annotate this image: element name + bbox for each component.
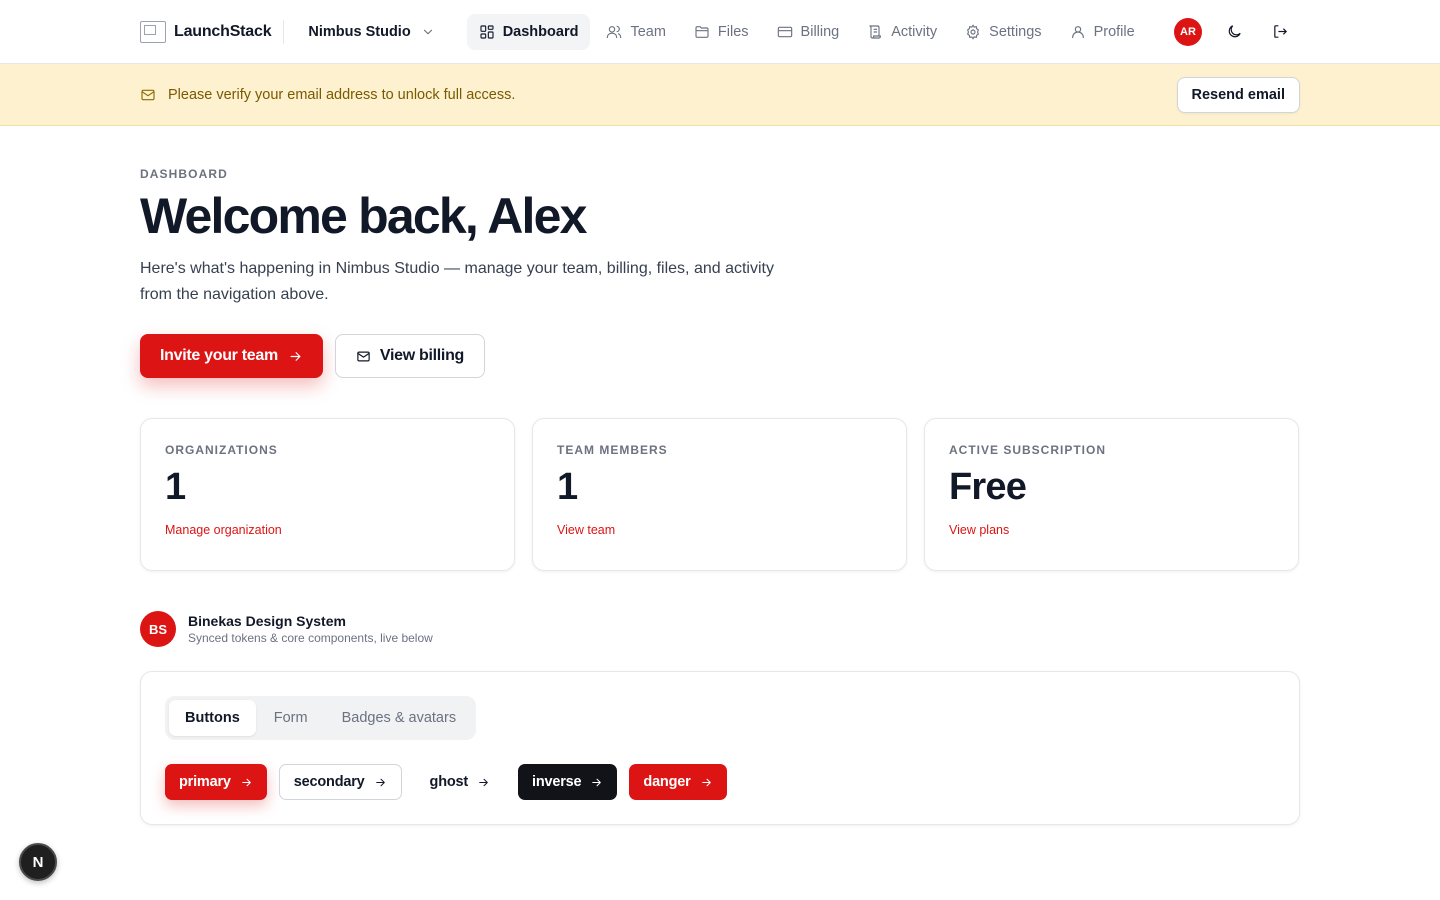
nav-item-files[interactable]: Files	[682, 14, 761, 50]
arrow-right-icon	[592, 778, 602, 786]
credit-card-icon	[777, 26, 792, 37]
nav-item-profile[interactable]: Profile	[1058, 14, 1147, 50]
nav-item-label: Profile	[1093, 23, 1135, 40]
users-icon	[607, 25, 622, 38]
button-label: secondary	[293, 774, 365, 790]
button-variants: primary secondary ghost inverse danger	[165, 764, 1275, 800]
gear-icon	[967, 23, 980, 40]
stat-value: Free	[949, 466, 1027, 508]
stat-card-organizations: ORGANIZATIONS 1 Manage organization	[140, 418, 515, 571]
view-plans-link[interactable]: View plans	[949, 523, 1274, 537]
secondary-button[interactable]: secondary	[278, 764, 402, 800]
user-avatar[interactable]: AR	[1174, 17, 1202, 46]
manage-organization-link[interactable]: Manage organization	[165, 523, 490, 537]
nav-divider	[283, 19, 285, 44]
danger-button[interactable]: danger	[629, 764, 727, 800]
design-system-header: BS Binekas Design System Synced tokens &…	[140, 611, 1300, 647]
folder-icon	[695, 25, 709, 38]
stat-label: ACTIVE SUBSCRIPTION	[949, 443, 1107, 457]
arrow-right-icon	[375, 778, 385, 786]
logout-button[interactable]	[1260, 14, 1300, 50]
design-system-card: Buttons Form Badges & avatars primary se…	[140, 671, 1300, 825]
nav-item-dashboard[interactable]: Dashboard	[466, 13, 591, 50]
nav-item-label: Team	[630, 23, 666, 40]
invite-team-label: Invite your team	[160, 347, 278, 364]
view-team-link[interactable]: View team	[557, 523, 882, 537]
brand[interactable]: LaunchStack	[140, 20, 272, 43]
nav-item-label: Settings	[989, 23, 1042, 40]
stat-value: 1	[557, 466, 578, 508]
stats-row: ORGANIZATIONS 1 Manage organization TEAM…	[140, 418, 1300, 571]
mail-icon	[140, 87, 156, 103]
dashboard-main: DASHBOARD Welcome back, Alex Here's what…	[0, 167, 1440, 825]
org-switcher-label: Nimbus Studio	[308, 23, 411, 40]
nav-item-label: Dashboard	[502, 23, 579, 40]
inverse-button[interactable]: inverse	[518, 764, 618, 800]
tab-buttons[interactable]: Buttons	[169, 700, 256, 736]
nav-item-activity[interactable]: Activity	[855, 14, 949, 50]
dev-tools-badge[interactable]: N	[19, 843, 57, 881]
stat-card-team-members: TEAM MEMBERS 1 View team	[532, 418, 907, 571]
design-system-tabs: Buttons Form Badges & avatars	[165, 696, 477, 740]
page-eyebrow: DASHBOARD	[140, 167, 228, 181]
nav-item-label: Billing	[800, 23, 840, 40]
nav-item-label: Files	[717, 23, 749, 40]
nav-item-team[interactable]: Team	[594, 14, 677, 50]
top-navigation: LaunchStack Nimbus Studio Dashboard Team…	[0, 0, 1440, 64]
brand-name: LaunchStack	[174, 22, 272, 40]
tab-badges-avatars[interactable]: Badges & avatars	[326, 700, 472, 736]
design-system-avatar: BS	[140, 611, 176, 647]
design-system-title: Binekas Design System	[188, 613, 346, 629]
main-nav: Dashboard Team Files Billing Activity Se…	[466, 13, 1147, 50]
org-switcher[interactable]: Nimbus Studio	[296, 14, 446, 50]
invite-team-button[interactable]: Invite your team	[140, 334, 323, 378]
brand-logo-icon	[140, 20, 166, 43]
resend-email-button[interactable]: Resend email	[1176, 76, 1300, 113]
moon-icon	[1228, 25, 1241, 38]
button-label: inverse	[532, 774, 582, 790]
stat-label: TEAM MEMBERS	[557, 443, 668, 457]
hero-actions: Invite your team View billing	[140, 334, 1300, 378]
stat-card-subscription: ACTIVE SUBSCRIPTION Free View plans	[924, 418, 1299, 571]
verify-email-banner: Please verify your email address to unlo…	[0, 64, 1440, 126]
stat-label: ORGANIZATIONS	[165, 443, 278, 457]
view-billing-label: View billing	[379, 347, 465, 364]
button-label: ghost	[429, 774, 469, 790]
arrow-right-icon	[479, 778, 488, 786]
tab-form[interactable]: Form	[258, 700, 324, 736]
arrow-right-icon	[701, 778, 711, 786]
chevron-down-icon	[423, 29, 432, 34]
arrow-right-icon	[241, 778, 251, 786]
nav-item-label: Activity	[891, 23, 938, 40]
view-billing-button[interactable]: View billing	[334, 334, 486, 378]
dashboard-icon	[480, 24, 494, 39]
nav-item-settings[interactable]: Settings	[953, 14, 1053, 50]
design-system-subtitle: Synced tokens & core components, live be…	[188, 631, 433, 645]
arrow-right-icon	[290, 351, 301, 361]
button-label: primary	[179, 774, 231, 790]
logout-icon	[1273, 25, 1287, 38]
nav-item-billing[interactable]: Billing	[765, 14, 852, 50]
user-icon	[1071, 25, 1084, 38]
banner-message: Please verify your email address to unlo…	[168, 86, 516, 103]
page-title: Welcome back, Alex	[140, 188, 587, 244]
primary-button[interactable]: primary	[165, 764, 267, 800]
ghost-button[interactable]: ghost	[414, 764, 506, 800]
theme-toggle-button[interactable]	[1214, 14, 1254, 50]
page-subtitle: Here's what's happening in Nimbus Studio…	[140, 260, 774, 303]
scroll-icon	[869, 24, 882, 39]
button-label: danger	[643, 774, 691, 790]
mail-icon	[357, 351, 370, 361]
nav-actions: AR	[1174, 14, 1300, 50]
stat-value: 1	[165, 466, 186, 508]
